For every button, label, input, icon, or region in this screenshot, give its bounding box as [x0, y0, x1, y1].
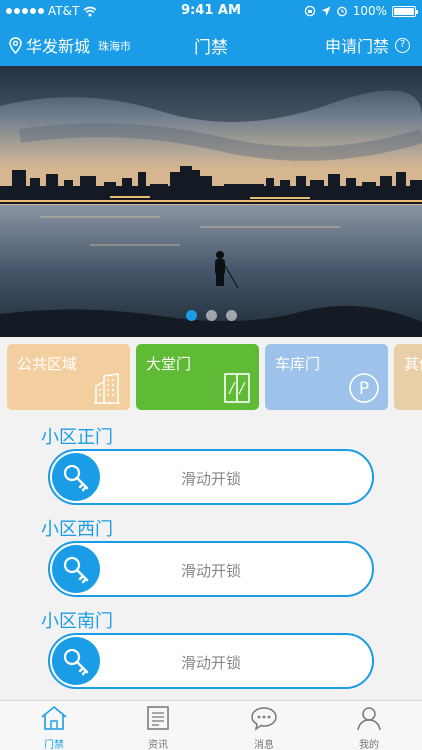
apply-access-button[interactable]: 申请门禁 ? — [325, 33, 410, 57]
gate-title-south: 小区南门 — [41, 611, 113, 632]
gate-title-main: 小区正门 — [41, 427, 113, 448]
location-selector[interactable]: 华发新城 珠海市 — [9, 33, 131, 57]
top-header: AT&T 9:41 AM 100% 华发新城 珠海市 门禁 申请门禁 ? — [0, 0, 422, 66]
tab-label: 我的 — [359, 740, 379, 750]
apply-access-label: 申请门禁 — [324, 37, 389, 56]
banner-image — [0, 66, 422, 337]
category-label: 其他 — [404, 355, 422, 373]
unlock-slider-west[interactable]: 滑动开锁 — [48, 541, 374, 597]
unlock-slider-main[interactable]: 滑动开锁 — [48, 449, 374, 505]
category-label: 公共区域 — [17, 355, 78, 373]
carousel-indicator — [0, 310, 422, 321]
nav-bar: 华发新城 珠海市 门禁 申请门禁 ? — [0, 26, 422, 62]
tab-news[interactable]: 资讯 — [128, 705, 188, 750]
slide-to-unlock-label: 滑动开锁 — [180, 562, 241, 580]
status-bar: AT&T 9:41 AM 100% — [0, 0, 422, 22]
location-arrow-icon — [321, 6, 331, 16]
city-name: 珠海市 — [98, 40, 132, 53]
home-icon — [41, 705, 67, 730]
category-other[interactable]: 其他 — [394, 344, 422, 410]
tab-profile[interactable]: 我的 — [339, 705, 399, 750]
tab-label: 资讯 — [148, 740, 168, 750]
gate-title-west: 小区西门 — [41, 519, 113, 540]
door-icon — [224, 373, 250, 403]
building-icon — [94, 373, 120, 404]
battery-icon — [392, 5, 418, 17]
slide-to-unlock-label: 滑动开锁 — [180, 654, 241, 672]
news-icon — [147, 706, 169, 730]
message-icon — [251, 707, 277, 731]
profile-icon — [357, 707, 381, 731]
banner-carousel[interactable] — [0, 66, 422, 337]
parking-icon: P — [349, 373, 379, 403]
tab-messages[interactable]: 消息 — [234, 705, 294, 750]
category-public-area[interactable]: 公共区域 — [7, 344, 130, 410]
tab-door-access[interactable]: 门禁 — [24, 705, 84, 750]
slide-to-unlock-label: 滑动开锁 — [180, 470, 241, 488]
category-lobby-door[interactable]: 大堂门 — [136, 344, 259, 410]
category-label: 车库门 — [275, 355, 321, 373]
orientation-lock-icon — [304, 5, 315, 17]
tab-label: 消息 — [254, 740, 274, 750]
battery-percent: 100% — [352, 4, 387, 18]
status-right-group: 100% — [304, 4, 418, 18]
carousel-dot[interactable] — [185, 310, 197, 321]
help-icon[interactable]: ? — [395, 37, 410, 53]
carousel-dot[interactable] — [225, 310, 237, 321]
community-name: 华发新城 — [26, 37, 91, 56]
bottom-tab-bar: 门禁 资讯 消息 我的 — [0, 700, 422, 750]
map-pin-icon — [9, 36, 22, 54]
door-category-tabs: 公共区域 大堂门 车库门 P 其他 — [0, 344, 422, 410]
alarm-icon — [336, 6, 347, 17]
unlock-slider-south[interactable]: 滑动开锁 — [48, 633, 374, 689]
tab-label: 门禁 — [44, 740, 64, 750]
carousel-dot[interactable] — [205, 310, 217, 321]
door-access-screen: AT&T 9:41 AM 100% 华发新城 珠海市 门禁 申请门禁 ? 公共区… — [0, 0, 422, 750]
category-label: 大堂门 — [146, 355, 192, 373]
category-garage-door[interactable]: 车库门 P — [265, 344, 388, 410]
parking-letter: P — [359, 379, 369, 399]
